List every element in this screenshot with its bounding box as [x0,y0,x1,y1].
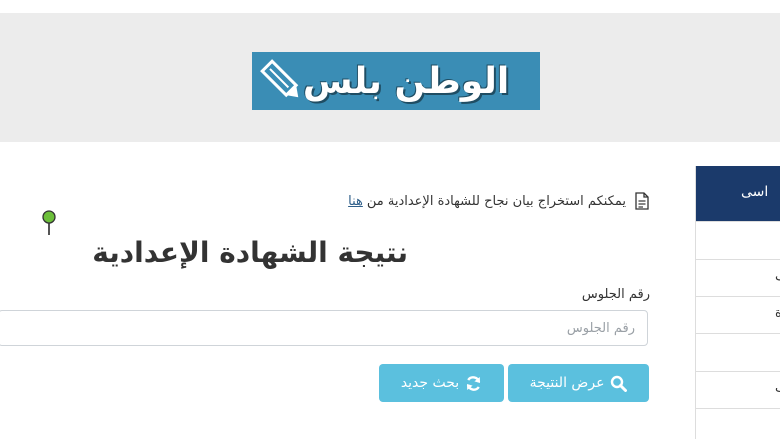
show-result-button[interactable]: عرض النتيجة [508,364,649,402]
document-icon [635,192,649,210]
sidebar-heading-label: اسى [741,184,769,200]
new-search-label: بحث جديد [400,375,460,391]
refresh-icon [467,375,481,391]
sidebar-item[interactable]: ب [696,371,780,409]
seat-number-input[interactable] [0,310,648,346]
pin-icon [42,210,56,235]
sidebar-item[interactable] [696,333,780,372]
new-search-button[interactable]: بحث جديد [379,364,504,402]
pencil-icon [260,59,299,98]
sidebar-heading: اسى [696,166,780,221]
page-title: نتيجة الشهادة الإعدادية [92,236,408,269]
search-icon [611,375,628,392]
top-strip [0,0,780,13]
sidebar: اسى ف ة ب [695,166,780,439]
sidebar-item[interactable]: ف [696,259,780,297]
sidebar-item[interactable]: ة [696,296,780,334]
site-logo[interactable]: الوطن بلس [252,52,540,110]
sidebar-item[interactable] [696,408,780,439]
info-line: يمكنكم استخراج بيان نجاح للشهادة الإعداد… [348,192,650,210]
logo-text: الوطن بلس [302,60,510,102]
show-result-label: عرض النتيجة [529,375,605,391]
seat-number-label: رقم الجلوس [581,287,650,302]
info-link[interactable]: هنا [348,194,363,209]
sidebar-item[interactable] [696,221,780,260]
info-text: يمكنكم استخراج بيان نجاح للشهادة الإعداد… [366,193,626,209]
